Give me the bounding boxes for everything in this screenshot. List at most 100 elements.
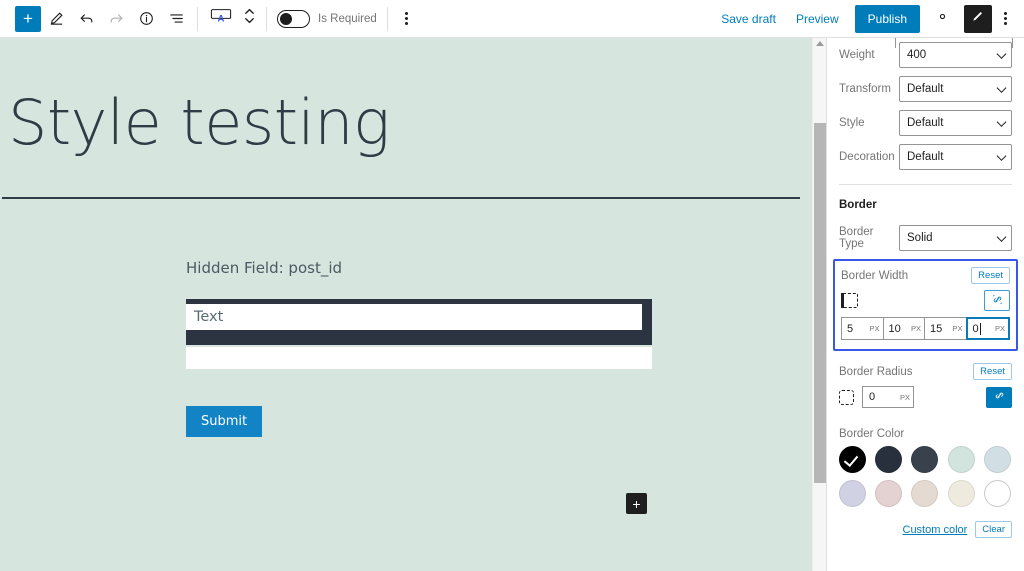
form-block: Hidden Field: post_id Text Submit xyxy=(0,199,812,438)
text-input-value[interactable]: Text xyxy=(186,304,642,331)
border-color-footer: Custom color Clear xyxy=(827,507,1024,538)
border-width-control-group[interactable]: Border Width Reset 5 PX 10 PX 15 PX 0 PX xyxy=(833,259,1018,351)
border-width-inputs: 5 PX 10 PX 15 PX 0 PX xyxy=(841,317,1010,340)
style-select[interactable]: Default xyxy=(899,110,1012,136)
border-width-left-unit: PX xyxy=(994,324,1005,333)
sidebar-content: Weight 400 Transform Default Style Defau… xyxy=(827,38,1024,538)
editor-canvas[interactable]: Style testing Hidden Field: post_id Text… xyxy=(0,38,812,571)
block-type-button[interactable]: A xyxy=(204,3,238,35)
undo-button[interactable] xyxy=(71,3,101,35)
info-icon xyxy=(138,10,155,27)
border-color-title: Border Color xyxy=(839,428,905,440)
styles-button[interactable] xyxy=(964,4,992,33)
border-color-swatches xyxy=(827,446,1024,507)
save-draft-button[interactable]: Save draft xyxy=(711,12,786,26)
is-required-label: Is Required xyxy=(318,12,377,25)
border-width-right-input[interactable]: 10 PX xyxy=(882,317,925,340)
document-info-button[interactable] xyxy=(131,3,161,35)
border-width-right-value: 10 xyxy=(888,322,901,335)
border-side-left-icon xyxy=(841,293,858,308)
border-type-select-value: Solid xyxy=(907,232,933,244)
redo-button[interactable] xyxy=(101,3,131,35)
list-view-button[interactable] xyxy=(161,3,191,35)
block-options-button[interactable] xyxy=(394,3,420,35)
custom-color-link[interactable]: Custom color xyxy=(903,524,968,536)
settings-button[interactable] xyxy=(928,5,956,33)
input-field-block-icon: A xyxy=(209,6,233,31)
weight-select-value: 400 xyxy=(907,49,927,61)
pencil-icon xyxy=(48,10,65,27)
field-row-transform: Transform Default xyxy=(827,72,1024,106)
transform-select[interactable]: Default xyxy=(899,76,1012,102)
border-width-header: Border Width Reset xyxy=(841,267,1010,286)
is-required-control: Is Required xyxy=(273,9,381,28)
publish-button[interactable]: Publish xyxy=(854,4,920,33)
toolbar-right-group: Save draft Preview Publish xyxy=(711,0,1024,38)
border-width-top-input[interactable]: 5 PX xyxy=(841,317,884,340)
editor-more-menu-button[interactable] xyxy=(992,3,1018,35)
block-appender-button[interactable]: + xyxy=(626,493,647,514)
preview-button[interactable]: Preview xyxy=(786,12,849,26)
border-width-left-input[interactable]: 0 PX xyxy=(965,317,1010,340)
border-radius-title: Border Radius xyxy=(839,365,913,378)
toolbar-divider-3 xyxy=(386,6,388,31)
block-settings-sidebar: Weight 400 Transform Default Style Defau… xyxy=(826,38,1024,571)
field-label-decoration: Decoration xyxy=(839,151,895,163)
border-radius-corners-icon xyxy=(839,389,854,405)
field-row-decoration: Decoration Default xyxy=(827,140,1024,174)
is-required-toggle[interactable] xyxy=(277,9,310,28)
editor-scrollbar[interactable] xyxy=(812,38,826,571)
border-width-bottom-value: 15 xyxy=(930,322,943,335)
border-width-side-row xyxy=(841,286,1010,317)
border-radius-reset-button[interactable]: Reset xyxy=(973,363,1012,380)
field-label-transform: Transform xyxy=(839,83,891,95)
scroll-up-arrow-icon[interactable] xyxy=(816,41,824,46)
chevron-down-icon xyxy=(996,232,1007,242)
swatch-cream[interactable] xyxy=(947,480,975,507)
block-movers-button[interactable] xyxy=(238,3,260,35)
swatch-pale-blue[interactable] xyxy=(983,446,1011,473)
block-inserter-button[interactable]: + xyxy=(15,5,41,32)
swatch-slate[interactable] xyxy=(911,446,939,473)
swatch-lavender[interactable] xyxy=(839,480,866,507)
border-radius-input[interactable]: 0 PX xyxy=(862,386,914,408)
field-label-weight: Weight xyxy=(839,49,875,61)
swatch-beige[interactable] xyxy=(911,480,939,507)
field-label-style: Style xyxy=(839,117,865,129)
link-corners-button[interactable] xyxy=(986,386,1012,408)
border-width-bottom-input[interactable]: 15 PX xyxy=(924,317,967,340)
submit-button[interactable]: Submit xyxy=(186,406,263,438)
redo-icon xyxy=(108,10,125,27)
plus-icon: + xyxy=(632,495,641,512)
editor-toolbar: + A Is Required Save draft Preview Publi… xyxy=(0,0,1024,38)
svg-text:A: A xyxy=(218,14,225,25)
text-input-block[interactable]: Text xyxy=(186,299,652,346)
chevron-down-icon xyxy=(996,49,1007,59)
border-type-select[interactable]: Solid xyxy=(899,225,1012,251)
secondary-input-block[interactable] xyxy=(186,347,652,370)
swatch-pale-pink[interactable] xyxy=(875,480,903,507)
clear-color-button[interactable]: Clear xyxy=(975,521,1012,538)
more-options-icon xyxy=(405,12,409,25)
toolbar-divider-2 xyxy=(266,6,267,31)
gear-icon xyxy=(934,8,951,30)
weight-select[interactable]: 400 xyxy=(899,42,1012,68)
unlink-sides-button[interactable] xyxy=(984,290,1010,311)
swatch-black[interactable] xyxy=(839,446,866,473)
page-title[interactable]: Style testing xyxy=(0,38,812,155)
swatch-dark-navy[interactable] xyxy=(875,446,903,473)
swatch-pale-green[interactable] xyxy=(947,446,975,473)
border-width-reset-button[interactable]: Reset xyxy=(971,267,1010,284)
edit-tool-button[interactable] xyxy=(41,3,71,35)
decoration-select[interactable]: Default xyxy=(899,144,1012,170)
scrollbar-thumb[interactable] xyxy=(814,123,826,483)
border-width-title: Border Width xyxy=(841,269,909,282)
border-width-right-unit: PX xyxy=(910,324,921,333)
border-radius-unit: PX xyxy=(899,392,910,402)
chevron-down-icon xyxy=(996,83,1007,93)
toolbar-left-group: + A Is Required xyxy=(0,0,420,38)
swatch-white[interactable] xyxy=(983,480,1011,507)
border-width-top-value: 5 xyxy=(847,322,854,335)
text-caret xyxy=(979,322,981,335)
style-select-value: Default xyxy=(907,117,944,129)
